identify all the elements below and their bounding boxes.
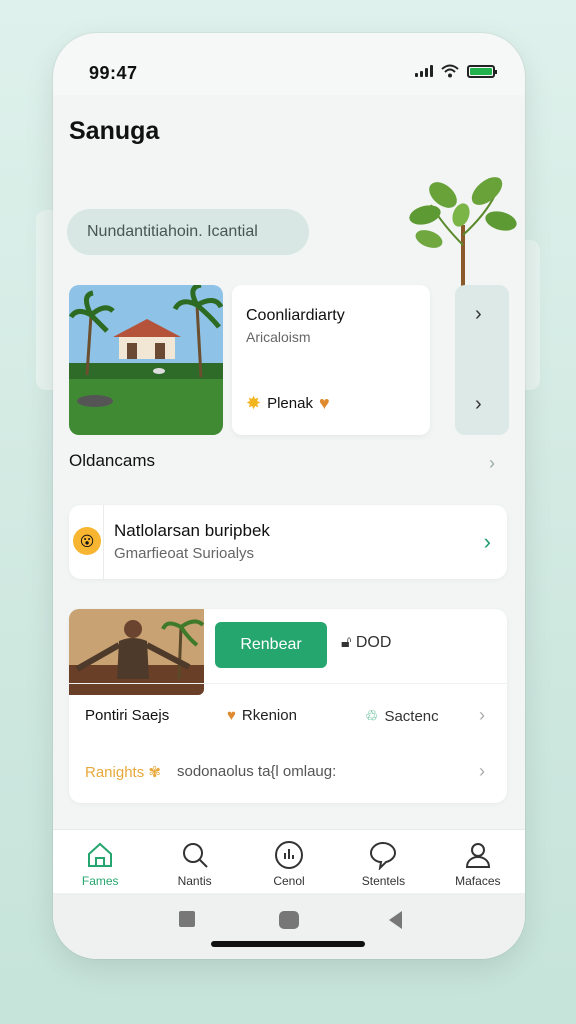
row1-label-b: Rkenion <box>241 707 297 724</box>
lock-value: 🔓︎ DOD <box>341 634 391 652</box>
emoji-icon: 😮 <box>73 527 101 555</box>
lock-value-text: DOD <box>355 634 392 651</box>
row1-label-c: Sactenc <box>384 707 439 725</box>
tab-label: Stentels <box>361 874 406 888</box>
page-title: Sanuga <box>69 117 160 145</box>
status-icons <box>415 64 497 78</box>
tab-label: Mafaces <box>455 874 501 888</box>
lock-icon: 🔓︎ <box>341 634 352 651</box>
signal-icon <box>415 65 433 77</box>
chevron-right-icon[interactable]: › <box>475 303 482 326</box>
card-divider <box>103 505 104 579</box>
tab-home[interactable]: Fames <box>53 830 147 893</box>
featured-title: Coonliardiarty <box>246 307 345 324</box>
heart-icon: ♥ <box>227 707 236 724</box>
tab-label: Nantis <box>177 874 212 888</box>
heart-icon: ♥ <box>318 393 330 413</box>
rent-button[interactable]: Renbear <box>215 622 327 668</box>
home-indicator[interactable] <box>211 941 365 947</box>
row1-label-a: Pontiri Saejs <box>85 707 170 724</box>
tab-chart[interactable]: Cenol <box>242 830 336 893</box>
tab-search[interactable]: Nantis <box>147 830 241 893</box>
chart-icon <box>275 841 304 869</box>
status-bar: 99:47 <box>53 33 525 103</box>
sparkle-icon: ✾ <box>148 764 161 781</box>
chevron-right-icon[interactable]: › <box>489 453 495 474</box>
home-button[interactable] <box>279 911 299 929</box>
chat-icon <box>370 841 397 870</box>
chevron-right-icon[interactable]: › <box>479 705 485 726</box>
sun-icon: ✸ <box>246 393 262 413</box>
recycle-icon: ♲ <box>365 708 379 725</box>
carousel-next-panel[interactable]: › › <box>455 285 509 435</box>
chevron-right-icon[interactable]: › <box>479 761 485 782</box>
list-card[interactable]: 😮 Natlolarsan buripbek Gmarfieoat Surioa… <box>69 505 507 579</box>
tab-label: Fames <box>81 874 119 888</box>
back-button[interactable] <box>389 911 402 929</box>
profile-icon <box>465 843 490 868</box>
section-label: Oldancams <box>69 451 155 470</box>
recent-apps-button[interactable] <box>179 911 195 927</box>
chevron-right-icon[interactable]: › <box>475 393 482 416</box>
featured-tag: ✸ Plenak ♥ <box>246 393 330 414</box>
row2-label-b: sodonaolus ta{l omlaug: <box>177 763 337 780</box>
row1-item-c: ♲ Sactenc <box>365 707 439 726</box>
search-pill[interactable]: Nundantitiahoin. Icantial <box>67 209 309 255</box>
tab-label: Cenol <box>273 874 305 888</box>
bottom-tab-bar: Fames Nantis Cenol Stentels Mafaces <box>53 829 525 893</box>
featured-card[interactable]: Coonliardiarty Aricaloism ✸ Plenak ♥ <box>232 285 430 435</box>
plant-illustration <box>409 177 517 289</box>
phone-frame: 99:47 Sanuga Nundantitiahoin. Icantial C… <box>53 33 525 959</box>
featured-tag-label: Plenak <box>267 395 313 412</box>
home-icon <box>88 842 113 867</box>
tab-chat[interactable]: Stentels <box>336 830 430 893</box>
search-icon <box>182 843 208 868</box>
row-divider <box>69 683 507 684</box>
status-time: 99:47 <box>89 63 138 83</box>
wifi-icon <box>441 64 459 78</box>
list-card-title: Natlolarsan buripbek <box>114 521 270 540</box>
resort-image[interactable] <box>69 285 223 435</box>
tab-profile[interactable]: Mafaces <box>431 830 525 893</box>
person-card: Renbear 🔓︎ DOD Pontiri Saejs ♥ Rkenion ♲… <box>69 609 507 803</box>
chevron-right-icon[interactable]: › <box>484 529 491 555</box>
system-nav-bar <box>53 893 525 959</box>
row1-item-b: ♥ Rkenion <box>227 707 297 724</box>
battery-icon <box>467 64 497 78</box>
list-card-subtitle: Gmarfieoat Surioalys <box>114 545 255 562</box>
featured-subtitle: Aricaloism <box>246 329 311 345</box>
row2-label-a: Ranights ✾ <box>85 764 161 781</box>
